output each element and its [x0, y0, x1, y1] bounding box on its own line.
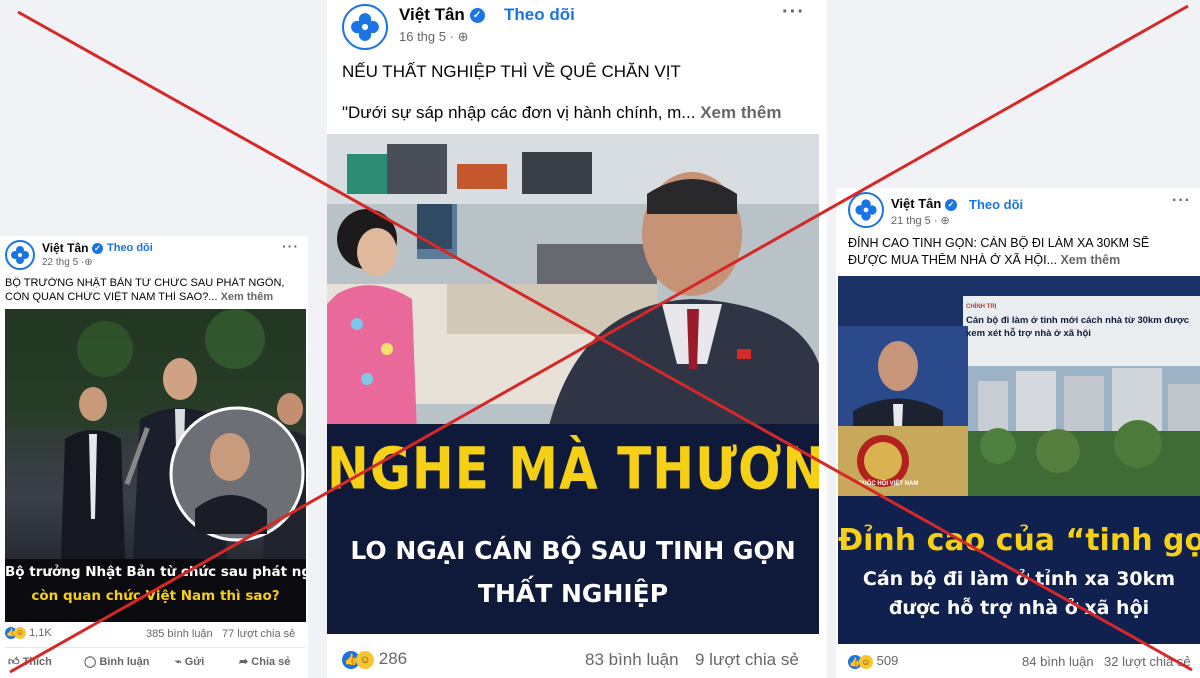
globe-icon: · ⊕ — [449, 29, 469, 44]
avatar-logo-icon[interactable] — [342, 4, 388, 50]
author-name[interactable]: Việt Tân ✓ — [399, 5, 485, 25]
post-date[interactable]: 21 thg 5 · ⊕ — [891, 214, 950, 227]
globe-icon: · ⊕ — [933, 215, 950, 227]
like-thumb-icon: 👍︎ — [8, 656, 20, 668]
image-headline-line-2: còn quan chức Việt Nam thì sao? — [31, 588, 280, 604]
center-post-card: Việt Tân ✓ Theo dõi 16 thg 5 · ⊕ ··· NẾU… — [327, 0, 827, 678]
news-label: CHÍNH TRỊ — [966, 304, 997, 310]
post-title: NẾU THẤT NGHIỆP THÌ VỀ QUÊ CHĂN VỊT — [342, 62, 681, 81]
like-button[interactable]: 👍︎ Thích — [8, 655, 52, 668]
haha-reaction-icon: ☺ — [859, 654, 873, 669]
follow-link[interactable]: Theo dõi — [969, 197, 1023, 212]
comment-count[interactable]: 84 bình luận — [1022, 654, 1094, 669]
more-options-icon[interactable]: ··· — [282, 238, 299, 254]
author-name[interactable]: Việt Tân ✓ — [42, 241, 103, 255]
podium-text: QUỐC HỘI VIỆT NAM — [857, 481, 919, 487]
post-text-line-2-text: ĐƯỢC MUA THÊM NHÀ Ở XÃ HỘI... — [848, 253, 1057, 267]
avatar-logo-icon[interactable] — [848, 192, 884, 228]
share-count[interactable]: 77 lượt chia sẻ — [222, 628, 295, 640]
reaction-count[interactable]: 286 — [379, 649, 407, 668]
post-text-line-1: ĐỈNH CAO TINH GỌN: CÁN BỘ ĐI LÀM XA 30KM… — [848, 236, 1150, 250]
share-icon: ➦ — [239, 656, 249, 668]
author-name-text[interactable]: Việt Tân — [891, 196, 941, 211]
like-button-label[interactable]: Thích — [23, 656, 52, 668]
avatar-logo-icon[interactable] — [5, 240, 35, 270]
news-title: Cán bộ đi làm ở tỉnh mới cách nhà từ 30k… — [966, 315, 1190, 339]
image-headline-line-1: Bộ trưởng Nhật Bản từ chức sau phát ngôn… — [5, 564, 306, 580]
image-headline-line-3: được hỗ trợ nhà ở xã hội — [888, 597, 1150, 619]
author-name[interactable]: Việt Tân ✓ — [891, 196, 957, 211]
post-date[interactable]: 16 thg 5 · ⊕ — [399, 29, 468, 45]
follow-link[interactable]: Theo dõi — [107, 242, 153, 254]
reaction-count[interactable]: 1,1K — [29, 627, 52, 639]
post-text-line-2: CÒN QUAN CHỨC VIỆT NAM THÌ SAO?... Xem t… — [5, 291, 305, 303]
verified-badge-icon: ✓ — [469, 8, 485, 24]
share-button[interactable]: ➦ Chia sẻ — [239, 655, 290, 668]
see-more-link[interactable]: Xem thêm — [221, 291, 274, 303]
image-headline-line-2: Cán bộ đi làm ở tỉnh xa 30km — [862, 568, 1176, 590]
post-date-text[interactable]: 21 thg 5 — [891, 215, 931, 227]
post-text-line-2-text: CÒN QUAN CHỨC VIỆT NAM THÌ SAO?... — [5, 291, 218, 303]
post-date[interactable]: 22 thg 5 ·⊕ — [42, 257, 93, 268]
post-date-text[interactable]: 22 thg 5 — [42, 257, 78, 268]
globe-icon: ·⊕ — [80, 257, 93, 268]
send-button[interactable]: ⌁ Gửi — [175, 655, 204, 668]
share-button-label[interactable]: Chia sẻ — [251, 656, 290, 668]
left-post-card: Việt Tân ✓ Theo dõi 22 thg 5 ·⊕ ··· BỘ T… — [0, 236, 308, 678]
comment-count[interactable]: 385 bình luận — [146, 628, 213, 640]
post-image[interactable]: CHÍNH TRỊ Cán bộ đi làm ở tỉnh mới cách … — [838, 276, 1200, 644]
haha-reaction-icon: ☺ — [356, 650, 374, 669]
image-headline-line-1: Đỉnh cao của “tinh gọn” — [838, 523, 1200, 558]
reaction-summary[interactable]: 👍☺ 1,1K — [5, 627, 52, 640]
follow-link[interactable]: Theo dõi — [504, 5, 575, 25]
image-headline-line-2: LO NGẠI CÁN BỘ SAU TINH GỌN — [350, 536, 796, 565]
author-name-text[interactable]: Việt Tân — [399, 5, 465, 24]
verified-badge-icon: ✓ — [91, 243, 103, 255]
haha-reaction-icon: ☺ — [14, 627, 26, 640]
verified-badge-icon: ✓ — [944, 198, 957, 211]
post-text-line-1: BỘ TRƯỞNG NHẬT BẢN TỪ CHỨC SAU PHÁT NGÔN… — [5, 277, 285, 289]
share-count[interactable]: 32 lượt chia sẻ — [1104, 654, 1191, 669]
post-image[interactable]: NGHE MÀ THƯƠNG LO NGẠI CÁN BỘ SAU TINH G… — [327, 134, 819, 634]
image-headline-line-1: NGHE MÀ THƯƠNG — [327, 435, 819, 503]
share-count[interactable]: 9 lượt chia sẻ — [695, 650, 799, 670]
see-more-link[interactable]: Xem thêm — [1060, 253, 1120, 267]
send-button-label[interactable]: Gửi — [185, 656, 205, 668]
comment-button-label[interactable]: Bình luận — [99, 656, 149, 668]
comment-count[interactable]: 83 bình luận — [585, 650, 679, 670]
image-headline-line-3: THẤT NGHIỆP — [477, 579, 669, 608]
post-text: "Dưới sự sáp nhập các đơn vị hành chính,… — [342, 103, 822, 123]
post-text-content: "Dưới sự sáp nhập các đơn vị hành chính,… — [342, 103, 696, 122]
author-name-text[interactable]: Việt Tân — [42, 241, 88, 255]
reaction-summary[interactable]: 👍☺ 509 — [848, 653, 898, 669]
divider — [5, 647, 305, 648]
post-date-text[interactable]: 16 thg 5 — [399, 29, 446, 44]
reaction-count[interactable]: 509 — [877, 653, 899, 668]
reaction-summary[interactable]: 👍 ☺ 286 — [342, 649, 407, 669]
comment-button[interactable]: ◯ Bình luận — [84, 655, 149, 668]
more-options-icon[interactable]: ··· — [782, 1, 805, 24]
right-post-card: Việt Tân ✓ Theo dõi 21 thg 5 · ⊕ ··· ĐỈN… — [836, 188, 1200, 678]
post-image[interactable]: Bộ trưởng Nhật Bản từ chức sau phát ngôn… — [5, 309, 306, 622]
messenger-icon: ⌁ — [175, 656, 182, 668]
comment-icon: ◯ — [84, 656, 97, 668]
post-text-line-2: ĐƯỢC MUA THÊM NHÀ Ở XÃ HỘI... Xem thêm — [848, 253, 1198, 267]
see-more-link[interactable]: Xem thêm — [700, 103, 781, 122]
more-options-icon[interactable]: ··· — [1172, 192, 1191, 210]
